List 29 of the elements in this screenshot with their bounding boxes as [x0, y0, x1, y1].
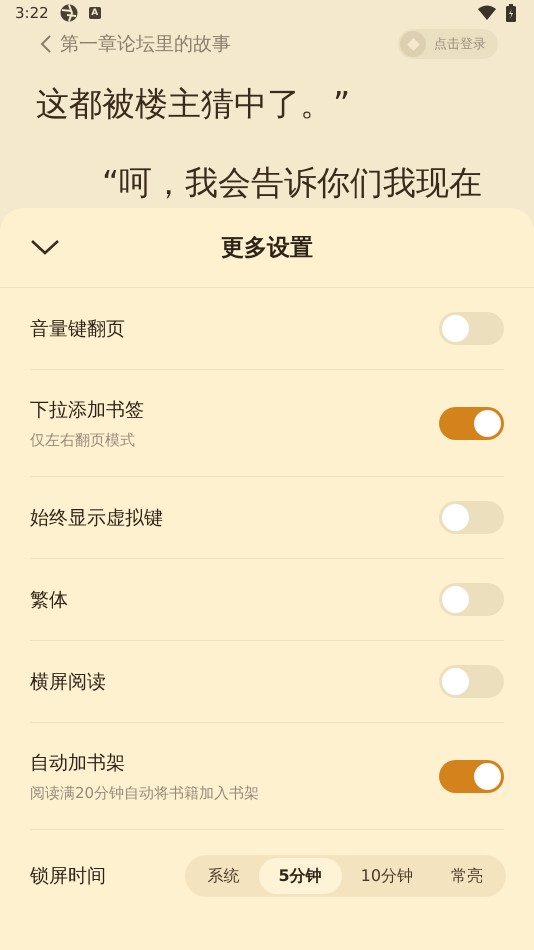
setting-hint: 仅左右翻页模式	[30, 430, 136, 450]
notification-badge: A	[88, 7, 101, 19]
chapter-title: 第一章论坛里的故事	[60, 32, 231, 57]
toggle-switch[interactable]	[439, 760, 504, 792]
segment-option[interactable]: 10分钟	[342, 858, 432, 894]
toggle-switch[interactable]	[439, 665, 504, 698]
toggle-switch[interactable]	[439, 583, 504, 616]
segment-option[interactable]: 系统	[188, 858, 258, 894]
setting-label: 锁屏时间	[30, 864, 106, 889]
toggle-switch[interactable]	[439, 312, 504, 345]
battery-icon	[506, 4, 516, 22]
setting-label: 横屏阅读	[30, 670, 106, 694]
setting-label: 下拉添加书签	[30, 398, 144, 422]
toggle-switch[interactable]	[439, 501, 504, 534]
setting-hint: 阅读满20分钟自动将书籍加入书架	[30, 784, 260, 802]
segment-option[interactable]: 5分钟	[258, 858, 342, 894]
setting-label: 音量键翻页	[30, 316, 125, 342]
sheet-title: 更多设置	[221, 234, 313, 263]
setting-label: 繁体	[30, 588, 68, 612]
collapse-button[interactable]	[30, 238, 60, 256]
reading-text: “呵，我会告诉你们我现在	[102, 162, 484, 204]
back-button[interactable]	[40, 34, 52, 54]
toggle-switch[interactable]	[439, 406, 504, 440]
segment-option[interactable]: 常亮	[432, 858, 502, 894]
setting-label: 始终显示虚拟键	[30, 506, 163, 530]
status-time: 3:22	[15, 4, 49, 22]
wifi-icon	[478, 5, 496, 21]
setting-label: 自动加书架	[30, 750, 126, 776]
reading-text: 这都被楼主猜中了。”	[36, 83, 352, 125]
